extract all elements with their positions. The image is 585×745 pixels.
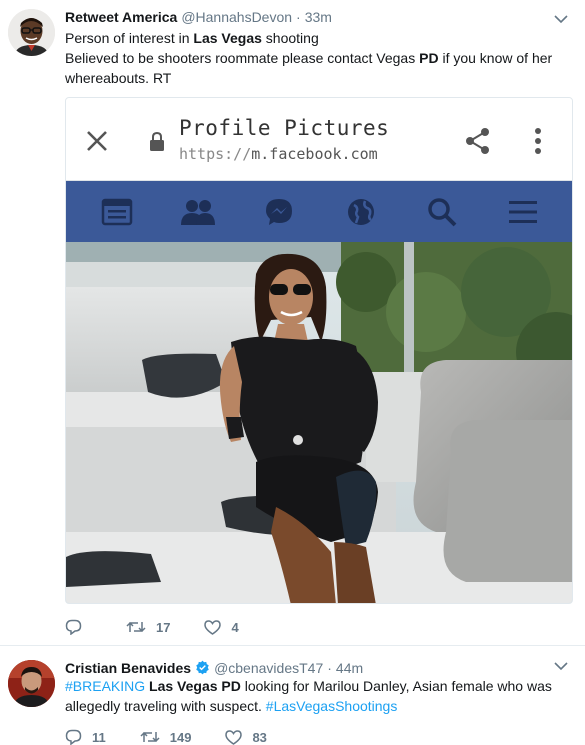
tweet-actions: 17 4 [65,619,273,635]
timestamp[interactable]: 33m [305,9,332,25]
hamburger-menu-icon [505,194,541,230]
tweet-header: Retweet America @HannahsDevon · 33m [65,9,332,25]
user-handle[interactable]: @cbenavidesT47 [214,660,323,676]
hashtag-link[interactable]: #BREAKING [65,678,145,694]
tweet-cristian-benavides[interactable]: Cristian Benavides @cbenavidesT47 · 44m … [0,647,585,745]
news-feed-icon [99,194,135,230]
text-keyword: Las Vegas PD [149,678,241,694]
avatar[interactable] [8,9,55,56]
tweet-text: #BREAKING Las Vegas PD looking for Maril… [65,676,570,716]
like-count: 4 [231,619,239,635]
messenger-icon [261,194,297,230]
reply-button[interactable] [65,619,92,635]
tweet-text: Person of interest in Las Vegas shooting… [65,28,570,88]
retweet-button[interactable]: 149 [140,729,192,745]
tweet-retweet-america[interactable]: Retweet America @HannahsDevon · 33m Pers… [0,0,585,646]
like-count: 83 [252,729,267,745]
reply-button[interactable]: 11 [65,729,106,745]
hashtag-link[interactable]: #LasVegasShootings [266,698,398,714]
retweet-button[interactable]: 17 [126,620,170,635]
heart-icon [204,619,222,635]
retweet-icon [126,621,146,633]
page-title: Profile Pictures [179,116,390,140]
friends-icon [180,194,216,230]
text-keyword: Las Vegas [193,30,262,46]
more-vertical-icon [535,128,541,154]
lock-icon [150,131,164,151]
heart-icon [225,729,243,745]
facebook-nav-bar [66,181,572,242]
user-handle[interactable]: @HannahsDevon [181,9,292,25]
timestamp[interactable]: 44m [336,660,363,676]
tweet-header: Cristian Benavides @cbenavidesT47 · 44m [65,658,363,676]
reply-icon [65,729,82,745]
url-scheme: https:// [179,145,252,163]
share-icon [466,128,489,154]
retweet-count: 149 [169,729,192,745]
search-icon [424,194,460,230]
reply-icon [65,619,82,635]
browser-toolbar: Profile Pictures https://m.facebook.com [66,98,572,181]
text-segment: shooting [261,30,319,46]
text-keyword: PD [419,50,439,66]
retweet-count: 17 [156,619,171,635]
globe-icon [343,194,379,230]
chevron-down-icon[interactable] [554,14,568,24]
like-button[interactable]: 4 [204,619,239,635]
profile-photo [66,242,572,603]
close-icon [87,131,107,151]
tweet-actions: 11 149 83 [65,729,301,745]
text-segment: Person of interest in [65,30,194,46]
like-button[interactable]: 83 [225,729,267,745]
display-name[interactable]: Cristian Benavides [65,660,191,676]
avatar[interactable] [8,660,55,707]
page-url: https://m.facebook.com [179,145,378,163]
divider [0,645,585,646]
separator-dot: · [296,9,301,25]
chevron-down-icon[interactable] [554,661,568,671]
verified-badge-icon [196,660,209,675]
display-name[interactable]: Retweet America [65,9,177,25]
media-card[interactable]: Profile Pictures https://m.facebook.com [65,97,573,604]
text-segment: Believed to be shooters roommate please … [65,50,420,66]
separator-dot: · [327,660,332,676]
url-host: m.facebook.com [251,145,378,163]
reply-count: 11 [92,729,106,745]
retweet-icon [140,731,160,743]
